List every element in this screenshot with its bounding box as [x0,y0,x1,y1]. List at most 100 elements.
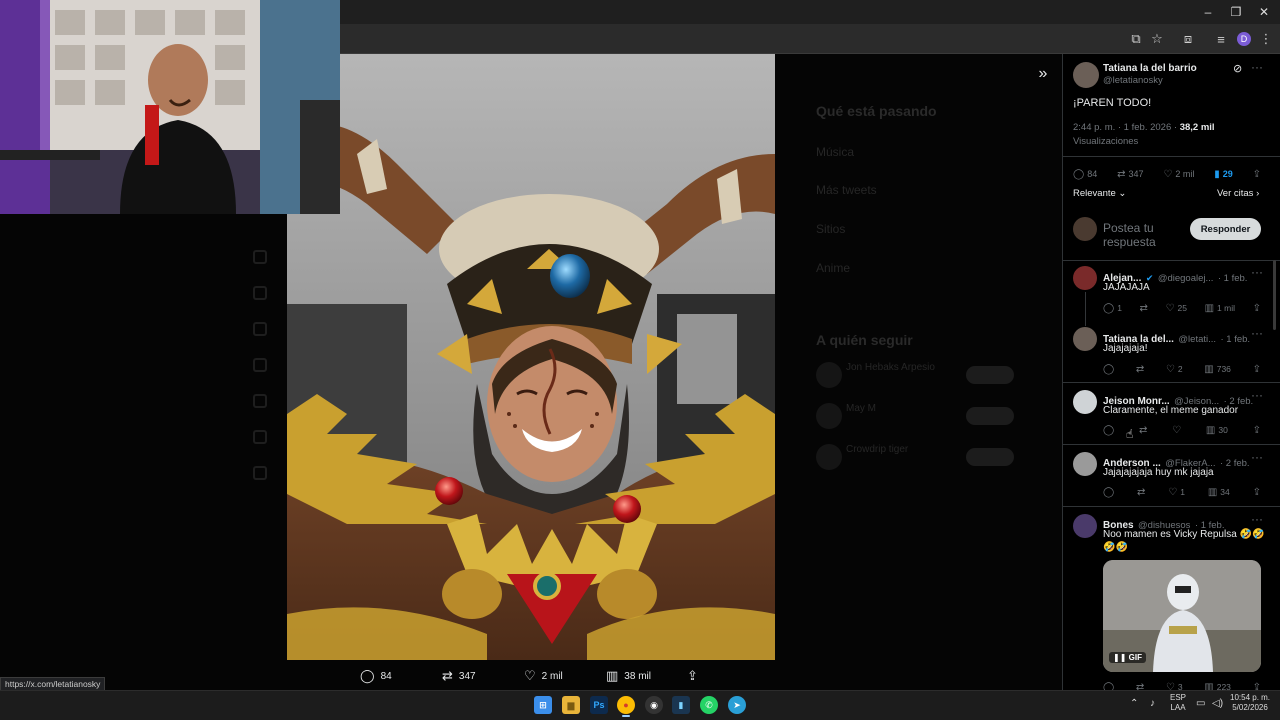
reply-compose-input[interactable]: Postea tu respuesta [1103,221,1185,249]
reply-date: · 2 feb. [1220,458,1250,469]
reply-avatar[interactable] [1073,390,1097,414]
grok-icon[interactable]: ⊘ [1233,62,1242,75]
media-like-button[interactable]: ♡ 2 mil [524,666,563,686]
like-button[interactable]: ♡ 1 [1168,487,1185,498]
reply-actions: ◯ ⇄ ♡ 3 ▥ 223 ⇪ [1103,680,1261,691]
author-avatar[interactable] [1073,62,1099,88]
like-button[interactable]: ♡ 3 [1166,682,1183,691]
divider [1063,156,1280,157]
more-options-icon[interactable]: ··· [1251,450,1263,464]
reply-gif[interactable]: ❚❚ GIF [1103,560,1261,672]
more-options-icon[interactable]: ··· [1251,512,1263,526]
media-reply-button[interactable]: ◯ 84 [360,666,392,686]
like-button[interactable]: ♡ [1172,425,1181,436]
microphone-icon[interactable]: ♪ [1150,699,1155,709]
reply-button[interactable]: ◯ [1103,682,1114,691]
status-url-tooltip: https://x.com/letatianosky [0,677,106,691]
share-button[interactable]: ⇪ [1253,169,1261,180]
close-button[interactable]: ✕ [1250,0,1278,24]
author-name[interactable]: Tatiana la del barrio [1103,63,1197,74]
windows-start-icon[interactable]: ⊞ [534,696,552,714]
repost-button[interactable]: ⇄ 347 [1117,169,1143,180]
views-button[interactable]: ▥ 30 [1206,425,1228,436]
views-button[interactable]: ▥ 34 [1208,487,1230,498]
reply-submit-button[interactable]: Responder [1190,218,1261,240]
reply-author-handle[interactable]: @letati... [1178,334,1216,345]
share-button[interactable]: ⇪ [1253,303,1261,314]
media-icon[interactable]: ≡ [1213,31,1229,47]
reply-count: 1 [1117,303,1122,313]
cast-icon[interactable]: ⧉ [1128,31,1144,47]
views-count: 34 [1220,487,1230,497]
heart-icon: ♡ [1165,681,1175,691]
share-button[interactable]: ⇪ [1253,425,1261,436]
views-button[interactable]: ▥ 223 [1204,682,1231,691]
telegram-icon[interactable]: ➤ [728,696,746,714]
reply-avatar[interactable] [1073,452,1097,476]
stream-deck-icon[interactable]: ▮ [672,696,690,714]
repost-button[interactable]: ⇄ [1137,487,1145,498]
clock[interactable]: 10:54 p. m. 5/02/2026 [1230,693,1270,713]
profile-icon[interactable]: D [1237,32,1251,46]
volume-icon[interactable]: ◁) [1212,699,1223,709]
chrome-icon[interactable]: ● [617,696,635,714]
reply-button[interactable]: ◯ 84 [1073,169,1097,180]
network-icon[interactable]: ▭ [1196,699,1205,709]
views-chart-icon: ▥ [1204,363,1214,375]
repost-button[interactable]: ⇄ [1139,425,1147,436]
file-explorer-icon[interactable]: ▆ [562,696,580,714]
media-views-button[interactable]: ▥ 38 mil [606,666,651,686]
cosplay-photo-illustration [287,54,775,660]
like-button[interactable]: ♡ 2 [1166,364,1183,375]
obs-icon[interactable]: ◉ [645,696,663,714]
reply-avatar[interactable] [1073,327,1097,351]
menu-icon[interactable]: ⋮ [1258,31,1274,47]
share-button[interactable]: ⇪ [1253,364,1261,375]
reply-text: JAJAJAJA [1103,282,1150,293]
expand-panel-icon[interactable]: » [1032,63,1054,85]
reply-avatar[interactable] [1073,514,1097,538]
more-options-icon[interactable]: ··· [1251,388,1263,402]
views-button[interactable]: ▥ 736 [1204,364,1231,375]
quotes-link[interactable]: Ver citas › [1217,188,1259,199]
media-repost-button[interactable]: ⇄ 347 [442,666,476,686]
like-button[interactable]: ♡ 2 mil [1163,169,1194,180]
more-options-icon[interactable]: ··· [1251,326,1263,340]
tray-chevron-icon[interactable]: ⌃ [1130,699,1138,709]
reply-author-handle[interactable]: @diegoalej... [1158,273,1214,284]
follow-name: Jon Hebaks Arpesio [846,362,935,373]
repost-button[interactable]: ⇄ [1140,303,1148,314]
repost-icon: ⇄ [1139,302,1148,314]
like-button[interactable]: ♡ 25 [1166,303,1187,314]
language-indicator[interactable]: ESP LAA [1170,693,1186,713]
share-button[interactable]: ⇪ [1253,682,1261,691]
panel-scrollbar[interactable] [1273,260,1276,330]
bookmark-button[interactable]: ▮ 29 [1214,169,1233,180]
more-options-icon[interactable]: ··· [1251,265,1263,279]
extensions-icon[interactable]: ⧈ [1180,31,1196,47]
my-avatar [1073,217,1097,241]
star-icon[interactable]: ☆ [1149,31,1165,47]
sort-dropdown[interactable]: Relevante ⌄ [1073,188,1126,199]
author-handle[interactable]: @letatianosky [1103,75,1163,86]
reply-button[interactable]: ◯ [1103,425,1114,436]
whatsapp-icon[interactable]: ✆ [700,696,718,714]
share-button[interactable]: ⇪ [1253,487,1261,498]
media-photo[interactable] [287,54,775,660]
views-button[interactable]: ▥ 1 mil [1205,303,1235,314]
follow-button [966,407,1014,425]
nav-icon [253,286,267,300]
reply-button[interactable]: ◯ [1103,487,1114,498]
media-share-button[interactable]: ⇪ [687,666,698,686]
reply-button[interactable]: ◯ 1 [1103,303,1122,314]
repost-button[interactable]: ⇄ [1136,682,1144,691]
reply-button[interactable]: ◯ [1103,364,1114,375]
reply-avatar[interactable] [1073,266,1097,290]
maximize-button[interactable]: ❐ [1222,0,1250,24]
repost-button[interactable]: ⇄ [1136,364,1144,375]
photoshop-icon[interactable]: Ps [590,696,608,714]
more-options-icon[interactable]: ··· [1251,60,1263,74]
minimize-button[interactable]: – [1194,0,1222,24]
reply-icon: ◯ [1103,363,1115,375]
gif-badge[interactable]: ❚❚ GIF [1109,652,1146,663]
